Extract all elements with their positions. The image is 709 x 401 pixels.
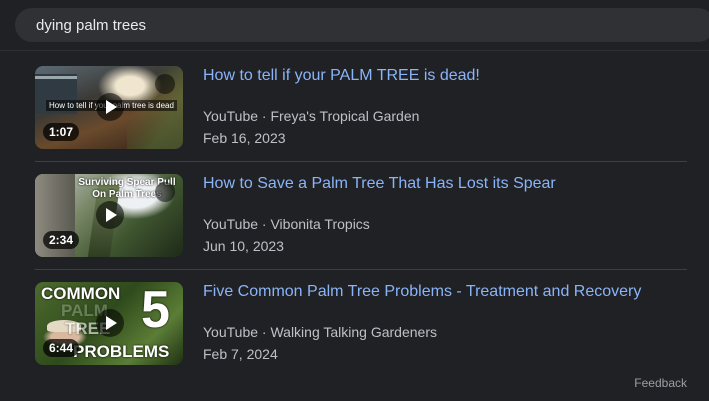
- result-date: Feb 16, 2023: [203, 130, 286, 146]
- search-input[interactable]: dying palm trees: [15, 8, 709, 42]
- result-source: YouTube · Freya's Tropical Garden: [203, 108, 420, 124]
- thumbnail-heading: PROBLEMS: [73, 342, 170, 361]
- result-title-link[interactable]: Five Common Palm Tree Problems - Treatme…: [203, 283, 641, 301]
- result-date: Feb 7, 2024: [203, 346, 278, 362]
- result-title-link[interactable]: How to tell if your PALM TREE is dead!: [203, 67, 480, 85]
- play-icon[interactable]: [96, 93, 124, 121]
- result-title-link[interactable]: How to Save a Palm Tree That Has Lost it…: [203, 175, 556, 193]
- more-options-icon[interactable]: [155, 182, 175, 202]
- video-thumbnail[interactable]: How to tell if your palm tree is dead 1:…: [35, 66, 183, 149]
- play-icon[interactable]: [96, 309, 124, 337]
- video-duration: 1:07: [43, 123, 80, 141]
- result-source: YouTube · Vibonita Tropics: [203, 216, 370, 232]
- feedback-link[interactable]: Feedback: [634, 376, 687, 390]
- video-result[interactable]: How to tell if your palm tree is dead 1:…: [35, 66, 687, 149]
- video-duration: 6:44: [43, 339, 80, 357]
- video-duration: 2:34: [43, 231, 80, 249]
- result-date: Jun 10, 2023: [203, 238, 284, 254]
- video-thumbnail[interactable]: COMMON PALM TREE PROBLEMS 5 6:44: [35, 282, 183, 365]
- more-options-icon[interactable]: [155, 74, 175, 94]
- video-result[interactable]: COMMON PALM TREE PROBLEMS 5 6:44 Five Co…: [35, 282, 687, 365]
- result-divider: [35, 269, 687, 270]
- thumbnail-number: 5: [141, 282, 170, 339]
- result-divider: [35, 161, 687, 162]
- play-icon[interactable]: [96, 201, 124, 229]
- search-query: dying palm trees: [36, 16, 147, 34]
- header-divider: [0, 50, 709, 51]
- video-result[interactable]: Surviving Spear Pull On Palm Trees 2:34 …: [35, 174, 687, 257]
- video-thumbnail[interactable]: Surviving Spear Pull On Palm Trees 2:34: [35, 174, 183, 257]
- result-source: YouTube · Walking Talking Gardeners: [203, 324, 437, 340]
